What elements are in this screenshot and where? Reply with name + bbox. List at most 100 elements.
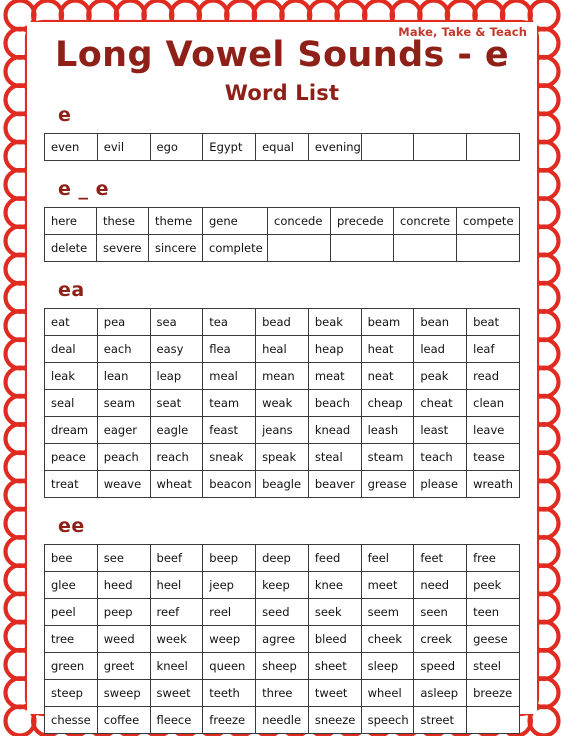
word-cell: steep	[44, 679, 98, 707]
word-cell: peek	[466, 571, 520, 599]
word-cell: sheet	[307, 652, 362, 680]
word-cell: glee	[44, 571, 98, 599]
worksheet-page: Make, Take & Teach Long Vowel Sounds - e…	[0, 0, 564, 736]
word-cell: week	[149, 625, 204, 653]
word-cell: keep	[255, 571, 309, 599]
table-row: delete severe sincere complete	[44, 234, 520, 262]
word-cell: sneeze	[307, 706, 362, 734]
word-cell: sneak	[202, 443, 257, 471]
word-table: eat pea sea tea bead beak beam bean beat deal each…	[44, 308, 520, 498]
word-cell: neat	[360, 362, 415, 390]
word-cell: peep	[96, 598, 151, 626]
word-cell: feast	[202, 416, 257, 444]
word-cell: cheat	[413, 389, 468, 417]
word-cell: jeep	[202, 571, 257, 599]
table-row: peel peep reef reel seed seek seem seen teen	[44, 598, 520, 626]
table-row: deal each easy flea heal heap heat lead leaf	[44, 335, 520, 363]
table-row: chesse coffee fleece freeze needle sneeze spee…	[44, 706, 520, 734]
word-cell: beak	[307, 308, 362, 336]
word-cell: seam	[96, 389, 151, 417]
word-cell: equal	[255, 133, 309, 161]
word-cell: evening	[307, 133, 362, 161]
word-cell: coffee	[96, 706, 151, 734]
word-cell: seal	[44, 389, 98, 417]
word-cell: complete	[202, 234, 268, 262]
word-cell: gene	[202, 207, 268, 235]
word-cell: mean	[255, 362, 309, 390]
word-cell: peace	[44, 443, 98, 471]
word-cell: meal	[202, 362, 257, 390]
section-label: ee	[58, 515, 85, 537]
word-cell: weep	[202, 625, 257, 653]
word-cell: peach	[96, 443, 151, 471]
word-cell: speak	[255, 443, 309, 471]
word-cell: needle	[255, 706, 309, 734]
table-row: dream eager eagle feast jeans knead leash least…	[44, 416, 520, 444]
word-cell: bean	[413, 308, 468, 336]
word-cell: deal	[44, 335, 98, 363]
word-cell: sea	[149, 308, 204, 336]
word-cell: beach	[307, 389, 362, 417]
word-cell: heap	[307, 335, 362, 363]
empty-cell	[330, 234, 394, 262]
word-cell: beep	[202, 544, 257, 572]
word-cell: evil	[96, 133, 151, 161]
word-cell: greet	[96, 652, 151, 680]
word-cell: freeze	[202, 706, 257, 734]
word-cell: teeth	[202, 679, 257, 707]
page-title: Long Vowel Sounds - e	[55, 35, 509, 75]
word-cell: teen	[466, 598, 520, 626]
word-cell: these	[96, 207, 149, 235]
empty-cell	[466, 706, 520, 734]
word-cell: feel	[360, 544, 415, 572]
word-cell: street	[413, 706, 468, 734]
word-cell: severe	[96, 234, 149, 262]
page-subtitle: Word List	[224, 81, 340, 105]
word-cell: compete	[456, 207, 520, 235]
word-cell: easy	[149, 335, 204, 363]
word-cell: seek	[307, 598, 362, 626]
word-cell: bleed	[307, 625, 362, 653]
section-label: e _ e	[58, 178, 110, 200]
word-cell: leaf	[466, 335, 520, 363]
word-cell: feed	[307, 544, 362, 572]
word-cell: lead	[413, 335, 468, 363]
word-cell: knee	[307, 571, 362, 599]
table-row: green greet kneel queen sheep sheet sleep speed…	[44, 652, 520, 680]
word-cell: sleep	[360, 652, 415, 680]
word-cell: see	[96, 544, 151, 572]
word-cell: concede	[267, 207, 331, 235]
word-cell: kneel	[149, 652, 204, 680]
word-cell: beacon	[202, 470, 257, 498]
table-row: leak lean leap meal mean meat neat peak read	[44, 362, 520, 390]
word-cell: steam	[360, 443, 415, 471]
word-cell: here	[44, 207, 97, 235]
table-row: seal seam seat team weak beach cheap cheat clean	[44, 389, 520, 417]
word-cell: peak	[413, 362, 468, 390]
word-cell: beaver	[307, 470, 362, 498]
word-cell: cheek	[360, 625, 415, 653]
word-cell: knead	[307, 416, 362, 444]
word-cell: heat	[360, 335, 415, 363]
word-cell: beat	[466, 308, 520, 336]
word-cell: cheap	[360, 389, 415, 417]
word-cell: delete	[44, 234, 97, 262]
word-cell: feet	[413, 544, 468, 572]
word-cell: grease	[360, 470, 415, 498]
word-cell: deep	[255, 544, 309, 572]
word-cell: green	[44, 652, 98, 680]
empty-cell	[267, 234, 331, 262]
word-cell: heed	[96, 571, 151, 599]
table-row: steep sweep sweet teeth three tweet wheel aslee…	[44, 679, 520, 707]
word-cell: heal	[255, 335, 309, 363]
word-cell: sincere	[148, 234, 203, 262]
word-cell: need	[413, 571, 468, 599]
table-row: treat weave wheat beacon beagle beaver grease p…	[44, 470, 520, 498]
word-cell: asleep	[413, 679, 468, 707]
word-cell: read	[466, 362, 520, 390]
word-cell: jeans	[255, 416, 309, 444]
word-cell: eagle	[149, 416, 204, 444]
word-cell: three	[255, 679, 309, 707]
word-cell: pea	[96, 308, 151, 336]
word-cell: seed	[255, 598, 309, 626]
